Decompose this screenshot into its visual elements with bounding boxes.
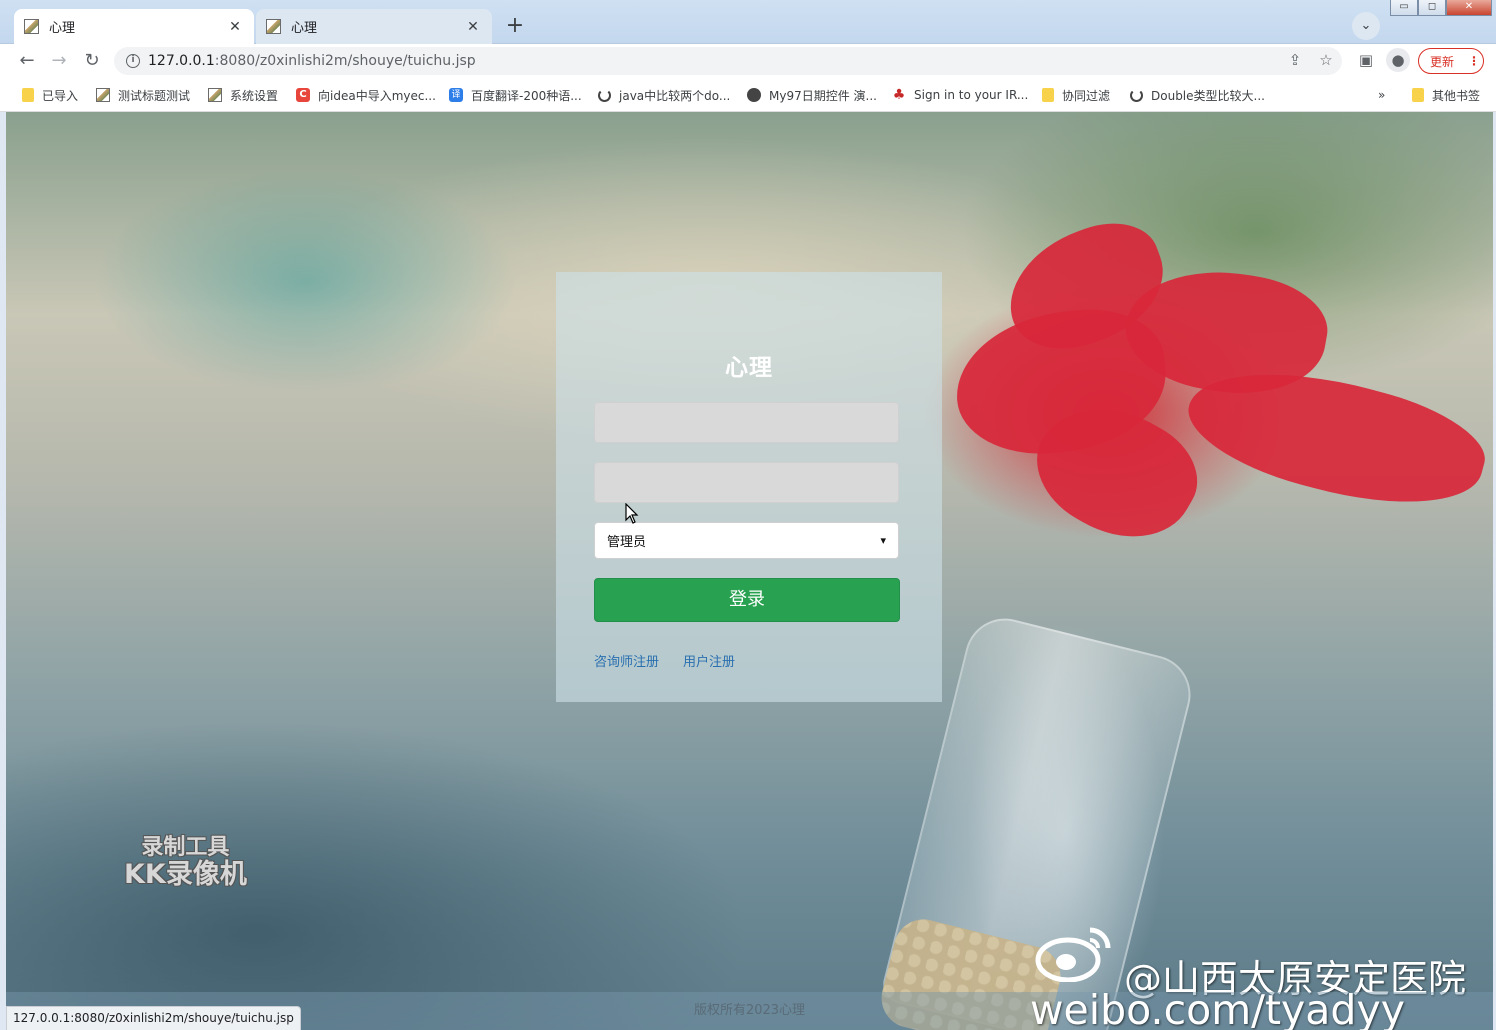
url-host: 127.0.0.1 bbox=[148, 53, 215, 69]
counselor-register-link[interactable]: 咨询师注册 bbox=[594, 651, 659, 670]
chevron-down-icon: ▾ bbox=[880, 534, 886, 547]
other-bookmarks[interactable]: 其他书签 bbox=[1412, 86, 1480, 104]
bookmark-item[interactable]: 测试标题测试 bbox=[96, 86, 190, 104]
tab-search-chevron-icon[interactable]: ⌄ bbox=[1352, 12, 1380, 40]
status-url-preview: 127.0.0.1:8080/z0xinlishi2m/shouye/tuich… bbox=[6, 1006, 301, 1030]
login-form: 心理 管理员 ▾ 登录 咨询师注册 用户注册 bbox=[556, 272, 942, 702]
maple-leaf-icon: ♣ bbox=[892, 87, 906, 103]
maximize-window-icon[interactable]: ◻ bbox=[1418, 0, 1446, 16]
share-icon[interactable]: ⇪ bbox=[1283, 48, 1307, 72]
url-path: :8080/z0xinlishi2m/shouye/tuichu.jsp bbox=[214, 53, 476, 69]
bookmark-label: 已导入 bbox=[42, 88, 79, 103]
browser-titlebar: 心理 ✕ 心理 ✕ + ⌄ ▭ ◻ ✕ bbox=[0, 0, 1496, 44]
globe-icon bbox=[747, 88, 761, 102]
tab-title: 心理 bbox=[49, 21, 76, 36]
bookmark-item[interactable]: ♣ Sign in to your IR... bbox=[892, 86, 1029, 104]
close-window-icon[interactable]: ✕ bbox=[1446, 0, 1492, 16]
minimize-window-icon[interactable]: ▭ bbox=[1390, 0, 1418, 16]
bookmark-label: 百度翻译-200种语... bbox=[471, 88, 582, 103]
role-selected-value: 管理员 bbox=[607, 535, 647, 550]
bookmark-star-icon[interactable]: ☆ bbox=[1314, 48, 1338, 72]
update-label: 更新 bbox=[1430, 54, 1455, 69]
picture-icon bbox=[208, 88, 222, 102]
new-tab-plus-icon[interactable]: + bbox=[500, 12, 530, 40]
folder-icon bbox=[22, 88, 34, 102]
browser-toolbar: ← → ↻ i 127.0.0.1:8080/z0xinlishi2m/shou… bbox=[0, 44, 1496, 78]
weibo-logo-icon bbox=[1035, 927, 1111, 982]
bookmarks-bar: 已导入 测试标题测试 系统设置 C 向idea中导入myec... 译百度翻译-2… bbox=[0, 78, 1496, 112]
bookmark-item[interactable]: My97日期控件 演... bbox=[747, 86, 877, 104]
bookmark-item[interactable]: 协同过滤 bbox=[1042, 86, 1110, 104]
bookmark-item[interactable]: 系统设置 bbox=[208, 86, 278, 104]
role-select[interactable]: 管理员 ▾ bbox=[594, 522, 899, 559]
bookmark-item[interactable]: java中比较两个do... bbox=[598, 86, 730, 104]
close-tab-icon[interactable]: ✕ bbox=[226, 18, 244, 36]
tab-active[interactable]: 心理 ✕ bbox=[14, 9, 254, 44]
profile-avatar-icon[interactable]: ● bbox=[1386, 48, 1410, 72]
swirl-icon bbox=[1130, 88, 1143, 102]
close-tab-icon[interactable]: ✕ bbox=[464, 18, 482, 36]
bookmarks-overflow-icon[interactable]: » bbox=[1378, 86, 1385, 104]
recorder-watermark-line1: 录制工具 bbox=[141, 835, 230, 860]
password-input[interactable] bbox=[594, 462, 899, 503]
bookmark-label: My97日期控件 演... bbox=[769, 88, 877, 103]
page-favicon-icon bbox=[24, 19, 39, 34]
back-arrow-icon[interactable]: ← bbox=[14, 48, 40, 74]
folder-icon bbox=[1412, 88, 1424, 102]
bookmark-label: Double类型比较大... bbox=[1151, 88, 1265, 103]
forward-arrow-icon[interactable]: → bbox=[46, 48, 72, 74]
page-viewport: 心理 管理员 ▾ 登录 咨询师注册 用户注册 录制工具 KK录像机 @山西太原安… bbox=[6, 112, 1493, 1030]
folder-icon bbox=[1042, 88, 1054, 102]
bookmark-item[interactable]: 已导入 bbox=[22, 86, 78, 104]
bookmark-label: 其他书签 bbox=[1432, 88, 1481, 103]
address-bar[interactable]: i 127.0.0.1:8080/z0xinlishi2m/shouye/tui… bbox=[114, 47, 1342, 75]
translate-icon: 译 bbox=[449, 88, 463, 102]
weibo-watermark-url: weibo.com/tyadyy bbox=[1030, 986, 1405, 1030]
bookmark-item[interactable]: C 向idea中导入myec... bbox=[296, 86, 436, 104]
bookmark-item[interactable]: Double类型比较大... bbox=[1130, 86, 1265, 104]
bookmark-label: java中比较两个do... bbox=[619, 88, 731, 103]
copyright-text: 版权所有2023心理 bbox=[693, 1003, 806, 1018]
swirl-icon bbox=[598, 88, 611, 102]
username-input[interactable] bbox=[594, 402, 899, 443]
bookmark-item[interactable]: 译百度翻译-200种语... bbox=[449, 86, 582, 104]
bookmark-label: 向idea中导入myec... bbox=[318, 88, 436, 103]
page-favicon-icon bbox=[266, 19, 281, 34]
recorder-watermark-line2: KK录像机 bbox=[124, 859, 247, 891]
reload-icon[interactable]: ↻ bbox=[79, 48, 105, 74]
bookmark-label: 协同过滤 bbox=[1062, 88, 1111, 103]
user-register-link[interactable]: 用户注册 bbox=[683, 651, 735, 670]
tab-title: 心理 bbox=[291, 21, 318, 36]
update-button[interactable]: 更新 ⋮ bbox=[1418, 48, 1484, 74]
site-info-icon[interactable]: i bbox=[126, 54, 140, 68]
menu-dots-icon: ⋮ bbox=[1468, 54, 1481, 68]
login-title: 心理 bbox=[725, 355, 773, 381]
recorder-watermark: 录制工具 KK录像机 bbox=[124, 835, 247, 891]
tab-inactive[interactable]: 心理 ✕ bbox=[256, 9, 492, 44]
bookmark-label: 测试标题测试 bbox=[118, 88, 191, 103]
side-panel-icon[interactable]: ▣ bbox=[1354, 48, 1378, 72]
mouse-cursor-icon bbox=[625, 503, 639, 524]
c-logo-icon: C bbox=[296, 88, 310, 102]
picture-icon bbox=[96, 88, 110, 102]
bookmark-label: 系统设置 bbox=[230, 88, 279, 103]
login-button[interactable]: 登录 bbox=[594, 578, 900, 622]
bookmark-label: Sign in to your IR... bbox=[914, 88, 1029, 102]
